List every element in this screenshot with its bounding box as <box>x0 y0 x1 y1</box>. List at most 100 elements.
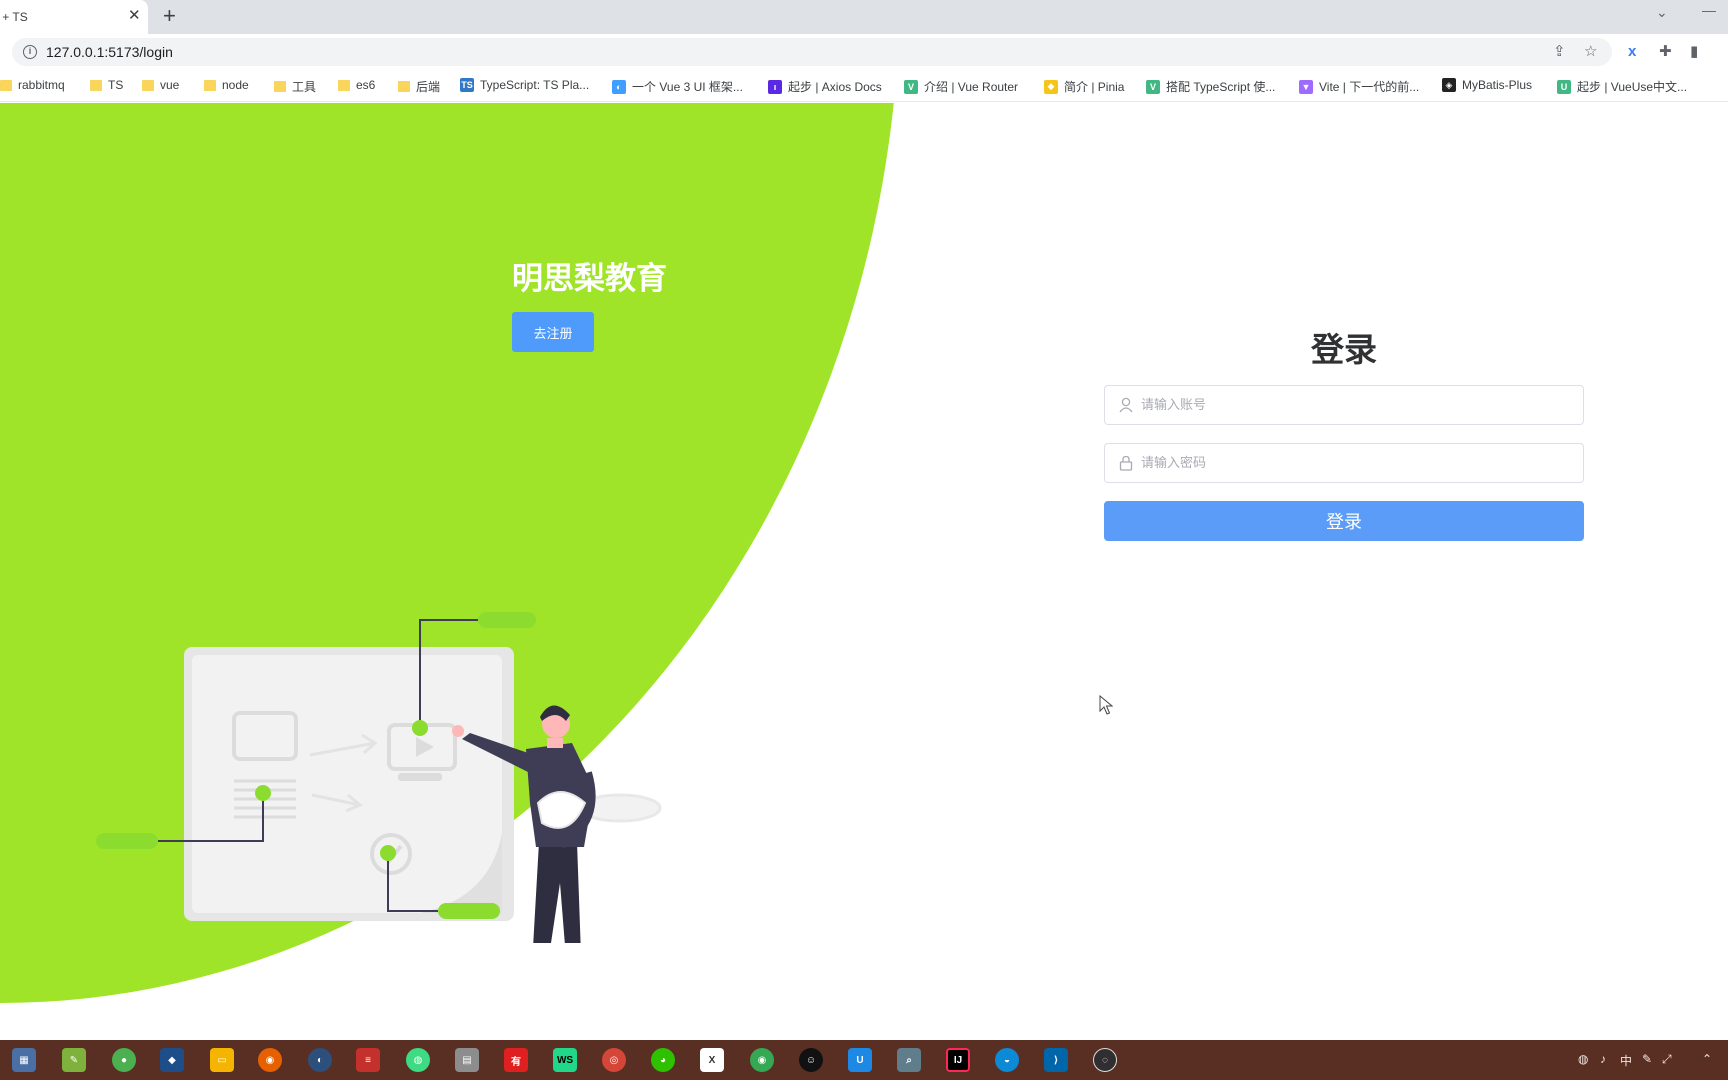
mybatis-icon: ◈ <box>1442 78 1456 92</box>
bookmark-item[interactable]: TS TypeScript: TS Pla... <box>460 78 589 92</box>
bookmark-item[interactable]: V 搭配 TypeScript 使... <box>1146 78 1275 95</box>
bookmark-item[interactable]: U 起步 | VueUse中文... <box>1557 78 1687 95</box>
bookmark-label: 一个 Vue 3 UI 框架... <box>632 80 743 94</box>
new-tab-button[interactable]: + <box>163 4 176 28</box>
taskbar-app-eclipse-icon[interactable]: ◐ <box>308 1048 332 1072</box>
taskbar-app-youdao-icon[interactable]: 有 <box>504 1048 528 1072</box>
bookmark-label: 后端 <box>416 80 441 94</box>
bookmark-label: 搭配 TypeScript 使... <box>1166 80 1276 94</box>
extensions-puzzle-icon[interactable]: ✚ <box>1659 43 1672 61</box>
account-input[interactable] <box>1141 386 1571 424</box>
taskbar-app-firefox-icon[interactable]: ◉ <box>258 1048 282 1072</box>
bookmark-item[interactable]: rabbitmq <box>0 78 65 92</box>
extension-x-icon[interactable]: x <box>1628 43 1636 61</box>
site-info-icon[interactable]: i <box>23 45 37 59</box>
login-submit-button[interactable]: 登录 <box>1104 501 1584 541</box>
address-bar[interactable]: i 127.0.0.1:5173/login ⇪ ☆ <box>12 38 1612 66</box>
bookmark-star-icon[interactable]: ☆ <box>1584 43 1597 61</box>
tray-overflow-chevron-icon[interactable]: ⌃ <box>1702 1052 1712 1066</box>
bookmark-label: TypeScript: TS Pla... <box>480 78 590 92</box>
tray-microphone-icon[interactable]: ♪ <box>1600 1052 1606 1066</box>
account-field[interactable] <box>1104 385 1584 425</box>
bookmark-item[interactable]: node <box>204 78 249 92</box>
taskbar-app-intellij-icon[interactable]: IJ <box>946 1048 970 1072</box>
element-plus-icon: ◐ <box>612 79 626 94</box>
brand-title: 明思梨教育 <box>512 261 667 296</box>
vueuse-icon: U <box>1557 79 1571 94</box>
taskbar-app-vscode-icon[interactable]: ⟩ <box>1044 1048 1068 1072</box>
vue-icon: V <box>1146 79 1160 94</box>
register-button[interactable]: 去注册 <box>512 312 594 352</box>
folder-icon <box>398 81 410 92</box>
presentation-illustration <box>96 612 662 943</box>
bookmark-item[interactable]: ▼ Vite | 下一代的前... <box>1299 78 1419 95</box>
taskbar-app-manager-icon[interactable]: ▦ <box>12 1048 36 1072</box>
tab-close-icon[interactable]: ✕ <box>128 8 141 24</box>
vite-icon: ▼ <box>1299 79 1313 94</box>
os-taskbar: ▦ ✎ ● ◆ ▭ ◉ ◐ ≡ ◍ ▤ 有 WS ◎ ◕ X ◉ ☺ U ⌕ I… <box>0 1040 1728 1080</box>
taskbar-app-green-icon[interactable]: ● <box>112 1048 136 1072</box>
bookmark-item[interactable]: ◈ MyBatis-Plus <box>1442 78 1532 92</box>
taskbar-app-explorer-icon[interactable]: ▭ <box>210 1048 234 1072</box>
tray-expand-icon[interactable]: ⤢ <box>1662 1052 1672 1067</box>
taskbar-app-android-icon[interactable]: ◍ <box>406 1048 430 1072</box>
bookmark-item[interactable]: ◆ 简介 | Pinia <box>1044 78 1124 95</box>
tab-strip: Vue + TS ✕ + ⌄ — <box>0 0 1728 34</box>
folder-icon <box>274 81 286 92</box>
bookmark-item[interactable]: 工具 <box>274 78 316 95</box>
folder-icon <box>90 79 102 91</box>
folder-icon <box>338 79 350 91</box>
tray-pen-icon[interactable]: ✎ <box>1642 1052 1652 1066</box>
password-field[interactable] <box>1104 443 1584 483</box>
tray-ime-indicator[interactable]: 中 <box>1620 1052 1632 1069</box>
bookmark-item[interactable]: V 介绍 | Vue Router <box>904 78 1018 95</box>
side-panel-icon[interactable]: ▮ <box>1690 43 1698 61</box>
taskbar-app-tool-icon[interactable]: ▤ <box>455 1048 479 1072</box>
bookmark-label: Vite | 下一代的前... <box>1319 80 1420 94</box>
taskbar-app-redis-icon[interactable]: ≡ <box>356 1048 380 1072</box>
bookmark-item[interactable]: es6 <box>338 78 375 92</box>
login-page: 明思梨教育 去注册 登录 请输入账号 登录 <box>0 103 1728 1040</box>
taskbar-app-qq-icon[interactable]: ☺ <box>799 1048 823 1072</box>
taskbar-app-snail-icon[interactable]: ◎ <box>602 1048 626 1072</box>
bookmark-item[interactable]: 后端 <box>398 78 440 95</box>
slideboard-graphic <box>184 647 514 921</box>
taskbar-app-xmind-icon[interactable]: X <box>700 1048 724 1072</box>
taskbar-app-virtualbox-icon[interactable]: ◆ <box>160 1048 184 1072</box>
share-icon[interactable]: ⇪ <box>1553 43 1566 61</box>
bookmark-label: node <box>222 78 249 92</box>
bookmark-item[interactable]: ◐ 一个 Vue 3 UI 框架... <box>612 78 743 95</box>
taskbar-app-webstorm-icon[interactable]: WS <box>553 1048 577 1072</box>
taskbar-app-wechat-icon[interactable]: ◕ <box>651 1048 675 1072</box>
taskbar-app-chrome-icon[interactable]: ◉ <box>750 1048 774 1072</box>
taskbar-app-obs-icon[interactable]: ◌ <box>1093 1048 1117 1072</box>
browser-toolbar: i 127.0.0.1:5173/login ⇪ ☆ x ✚ ▮ <box>0 34 1728 70</box>
taskbar-app-search-icon[interactable]: ⌕ <box>897 1048 921 1072</box>
taskbar-app-edge-icon[interactable]: ◒ <box>995 1048 1019 1072</box>
taskbar-app-notepad-icon[interactable]: ✎ <box>62 1048 86 1072</box>
tray-network-icon[interactable]: ◍ <box>1578 1052 1588 1066</box>
bookmark-label: MyBatis-Plus <box>1462 78 1533 92</box>
bookmark-item[interactable]: ı 起步 | Axios Docs <box>768 78 882 95</box>
bookmark-label: rabbitmq <box>18 78 65 92</box>
url-text[interactable]: 127.0.0.1:5173/login <box>46 44 173 60</box>
bookmark-label: es6 <box>356 78 376 92</box>
password-input[interactable] <box>1141 444 1571 482</box>
lock-icon <box>1119 455 1133 471</box>
bookmark-label: vue <box>160 78 180 92</box>
browser-tab[interactable]: Vue + TS ✕ <box>0 0 148 34</box>
bookmark-label: 起步 | Axios Docs <box>788 80 882 94</box>
taskbar-app-uu-icon[interactable]: U <box>848 1048 872 1072</box>
login-title: 登录 <box>1311 331 1377 368</box>
folder-icon <box>0 79 12 91</box>
bookmark-label: 简介 | Pinia <box>1064 80 1125 94</box>
window-minimize-icon[interactable]: — <box>1702 2 1716 18</box>
bookmark-item[interactable]: vue <box>142 78 179 92</box>
mouse-cursor-icon <box>1099 695 1113 715</box>
bookmark-label: 起步 | VueUse中文... <box>1577 80 1688 94</box>
tab-search-chevron-icon[interactable]: ⌄ <box>1656 4 1668 21</box>
bookmark-item[interactable]: TS <box>90 78 123 92</box>
bookmarks-bar: rabbitmq TS vue node 工具 es6 后端 TS TypeScript: TS… <box>0 70 1728 102</box>
user-icon <box>1119 397 1133 413</box>
folder-icon <box>204 79 216 91</box>
